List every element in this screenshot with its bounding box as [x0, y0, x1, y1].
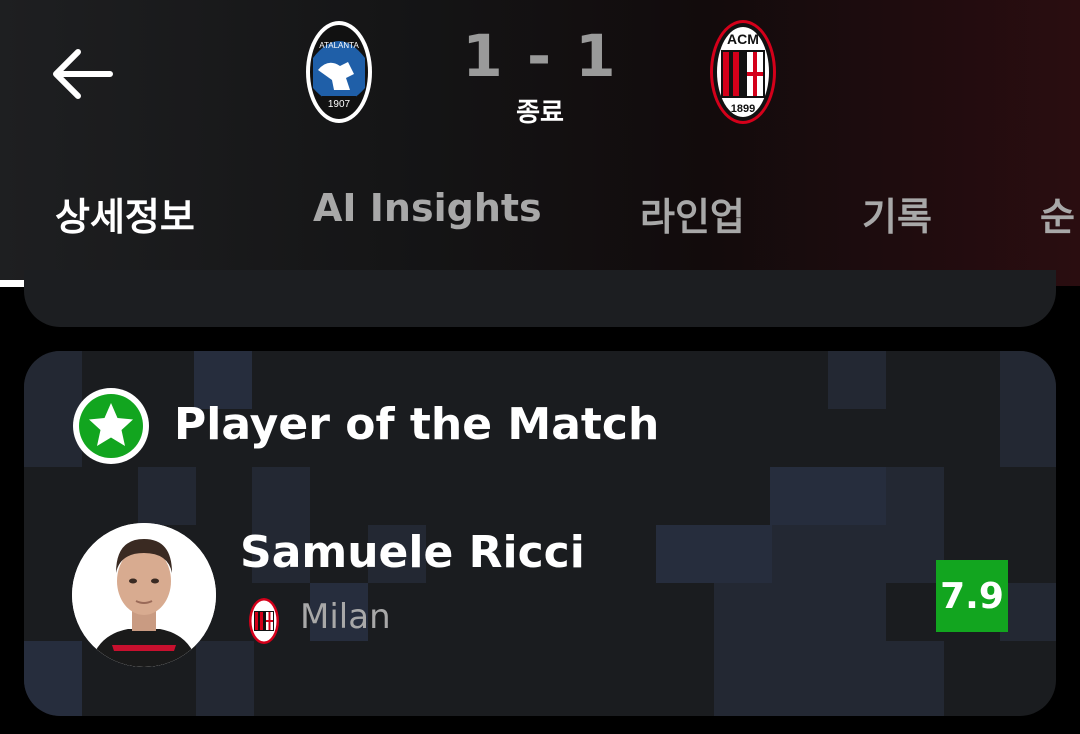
tab-standings[interactable]: 순 — [1040, 186, 1075, 241]
back-arrow-icon — [53, 49, 113, 99]
bg-pixel — [196, 641, 254, 716]
star-icon — [73, 388, 149, 464]
home-team-crest[interactable]: 1907 ATALANTA — [304, 18, 374, 126]
away-crest-year: 1899 — [731, 103, 755, 115]
player-team-name: Milan — [300, 597, 391, 637]
tab-lineup[interactable]: 라인업 — [640, 186, 745, 241]
away-team-crest[interactable]: ACM 1899 — [708, 18, 778, 126]
ac-milan-crest-icon — [249, 598, 279, 644]
previous-card — [24, 270, 1056, 327]
player-rating-badge: 7.9 — [936, 560, 1008, 632]
tab-ai-insights[interactable]: AI Insights — [313, 186, 542, 230]
atalanta-crest-icon: 1907 ATALANTA — [306, 21, 372, 123]
match-score: 1 - 1 — [462, 22, 618, 90]
bg-pixel — [770, 467, 886, 525]
player-photo-icon — [72, 523, 216, 667]
player-avatar[interactable] — [72, 523, 216, 667]
match-status: 종료 — [516, 98, 564, 128]
player-team-crest — [248, 597, 280, 645]
bg-pixel — [714, 583, 772, 641]
player-of-the-match-card[interactable]: Player of the Match Samuele Ricci Milan — [24, 351, 1056, 716]
tab-stats[interactable]: 기록 — [862, 186, 932, 241]
bg-pixel — [714, 641, 944, 716]
bg-pixel — [772, 525, 886, 641]
bg-pixel — [656, 525, 772, 583]
bg-pixel — [1000, 583, 1056, 641]
bg-pixel — [138, 467, 196, 525]
tab-bar: 상세정보 AI Insights 라인업 기록 순 — [0, 186, 1080, 256]
player-name[interactable]: Samuele Ricci — [240, 527, 585, 578]
bg-pixel — [1000, 351, 1056, 467]
tab-details[interactable]: 상세정보 — [55, 186, 195, 241]
home-crest-text: ATALANTA — [319, 41, 359, 50]
bg-pixel — [828, 351, 886, 409]
ac-milan-crest-icon: ACM 1899 — [710, 20, 776, 124]
bg-pixel — [24, 641, 82, 716]
away-crest-text: ACM — [727, 31, 759, 47]
match-header: 1907 ATALANTA 1 - 1 종료 ACM 1899 상세정보 AI … — [0, 0, 1080, 287]
home-crest-year: 1907 — [328, 99, 351, 110]
potm-star-badge — [72, 387, 150, 465]
potm-title: Player of the Match — [174, 399, 660, 450]
back-button[interactable] — [48, 38, 120, 110]
